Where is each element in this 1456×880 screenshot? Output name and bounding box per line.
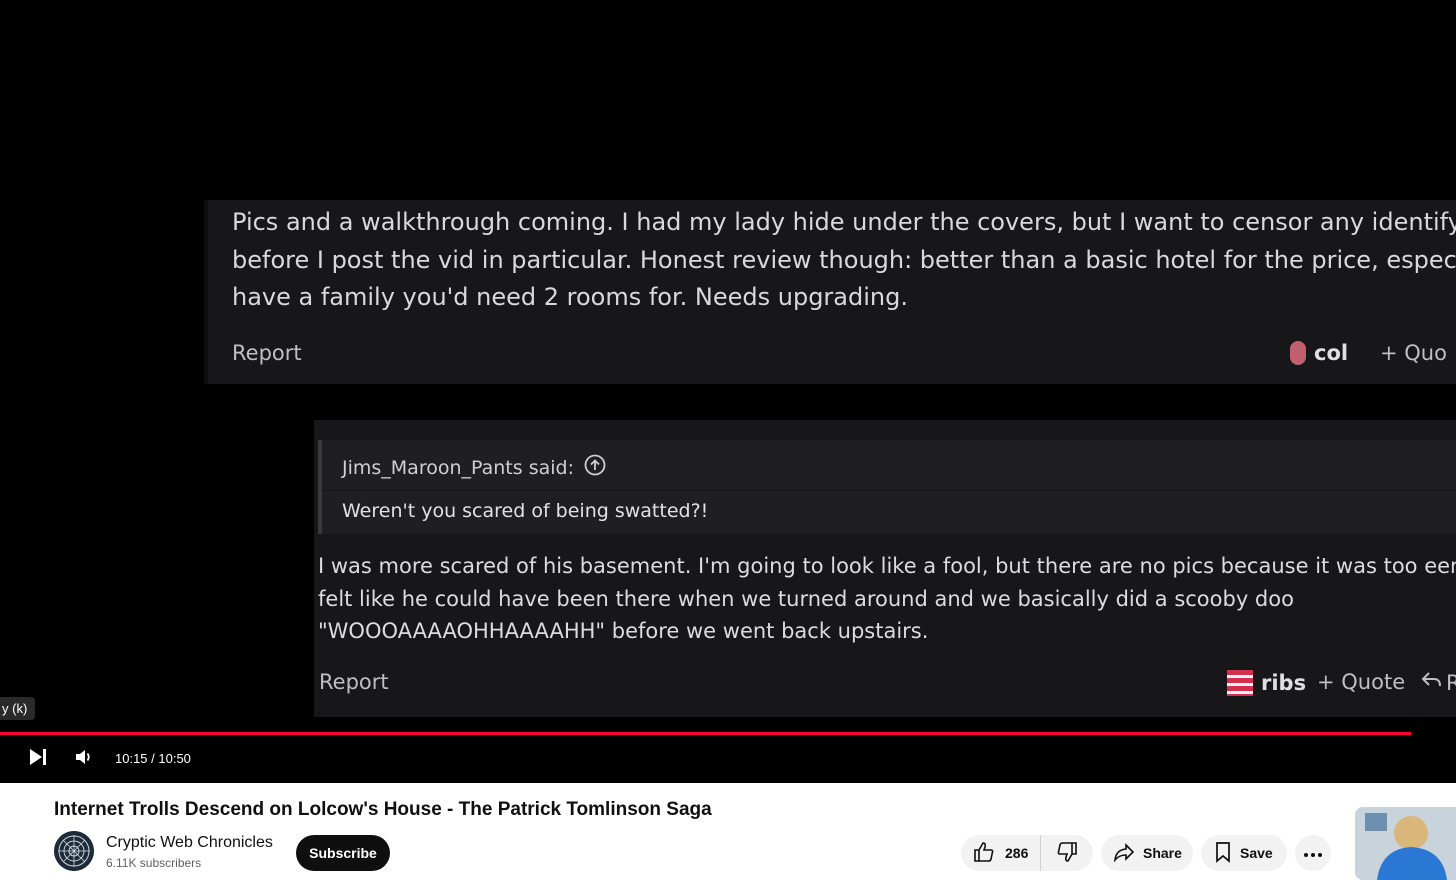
reply-icon	[1420, 670, 1442, 695]
video-player[interactable]: Pics and a walkthrough coming. I had my …	[0, 0, 1456, 783]
reply-text: I was more scared of his basement. I'm g…	[318, 550, 1456, 648]
like-dislike-group: 286	[961, 835, 1093, 871]
progress-bar[interactable]	[0, 732, 1412, 735]
channel-avatar[interactable]	[54, 831, 94, 871]
forum-post: Pics and a walkthrough coming. I had my …	[204, 200, 1456, 384]
reply-reaction-user: ribs	[1227, 670, 1306, 696]
thumbs-up-icon	[973, 841, 995, 866]
quote-divider	[322, 490, 1456, 491]
next-icon	[28, 748, 48, 771]
share-button[interactable]: Share	[1101, 835, 1193, 871]
arrow-up-circle-icon	[584, 454, 606, 481]
reply-label: R	[1446, 670, 1456, 695]
subscribe-button[interactable]: Subscribe	[296, 835, 390, 871]
video-info: Internet Trolls Descend on Lolcow's Hous…	[0, 783, 1456, 880]
channel-name[interactable]: Cryptic Web Chronicles	[106, 834, 273, 852]
post-report-link: Report	[232, 341, 302, 365]
shortcut-tooltip: y (k)	[0, 697, 36, 720]
dislike-button[interactable]	[1041, 835, 1093, 871]
save-label: Save	[1240, 845, 1273, 861]
post-quote-link: + Quo	[1380, 341, 1447, 365]
reply-line: felt like he could have been there when …	[318, 586, 1294, 611]
subscriber-count: 6.11K subscribers	[106, 856, 202, 870]
video-title: Internet Trolls Descend on Lolcow's Hous…	[54, 799, 712, 820]
reply-link: R	[1420, 670, 1456, 695]
user-avatar-icon	[1227, 670, 1253, 696]
next-button[interactable]	[24, 746, 52, 772]
time-display: 10:15 / 10:50	[115, 751, 191, 766]
reply-reactor-name: ribs	[1261, 671, 1307, 695]
reply-quote-link: + Quote	[1317, 670, 1406, 694]
reply-line: "WOOOAAAAOHHAAAAHH" before we went back …	[318, 619, 929, 643]
recommended-video-thumbnail[interactable]	[1355, 807, 1456, 880]
reply-report-link: Report	[319, 670, 389, 694]
volume-icon	[74, 748, 94, 771]
save-button[interactable]: Save	[1201, 835, 1287, 871]
quote-block: Jims_Maroon_Pants said: Weren't you scar…	[318, 440, 1456, 534]
quoted-author: Jims_Maroon_Pants said:	[342, 456, 574, 479]
share-icon	[1113, 842, 1135, 865]
post-line: have a family you'd need 2 rooms for. Ne…	[232, 283, 908, 311]
bookmark-icon	[1214, 841, 1232, 866]
more-actions-button[interactable]	[1295, 835, 1331, 871]
post-reaction-user: col	[1290, 341, 1348, 365]
reply-line: I was more scared of his basement. I'm g…	[318, 554, 1456, 578]
like-button[interactable]: 286	[961, 835, 1041, 871]
post-line: Pics and a walkthrough coming. I had my …	[232, 208, 1456, 236]
share-label: Share	[1143, 845, 1182, 861]
post-line: before I post the vid in particular. Hon…	[232, 245, 1456, 274]
mute-button[interactable]	[70, 746, 98, 772]
thumbs-down-icon	[1056, 841, 1078, 866]
more-icon	[1303, 845, 1323, 861]
user-avatar-icon	[1290, 341, 1306, 365]
like-count: 286	[1005, 845, 1029, 861]
forum-reply: Jims_Maroon_Pants said: Weren't you scar…	[314, 420, 1456, 717]
post-reactor-name: col	[1314, 341, 1349, 365]
post-text: Pics and a walkthrough coming. I had my …	[232, 204, 1456, 317]
quoted-text: Weren't you scared of being swatted?!	[342, 500, 709, 522]
quote-header: Jims_Maroon_Pants said:	[342, 454, 606, 481]
